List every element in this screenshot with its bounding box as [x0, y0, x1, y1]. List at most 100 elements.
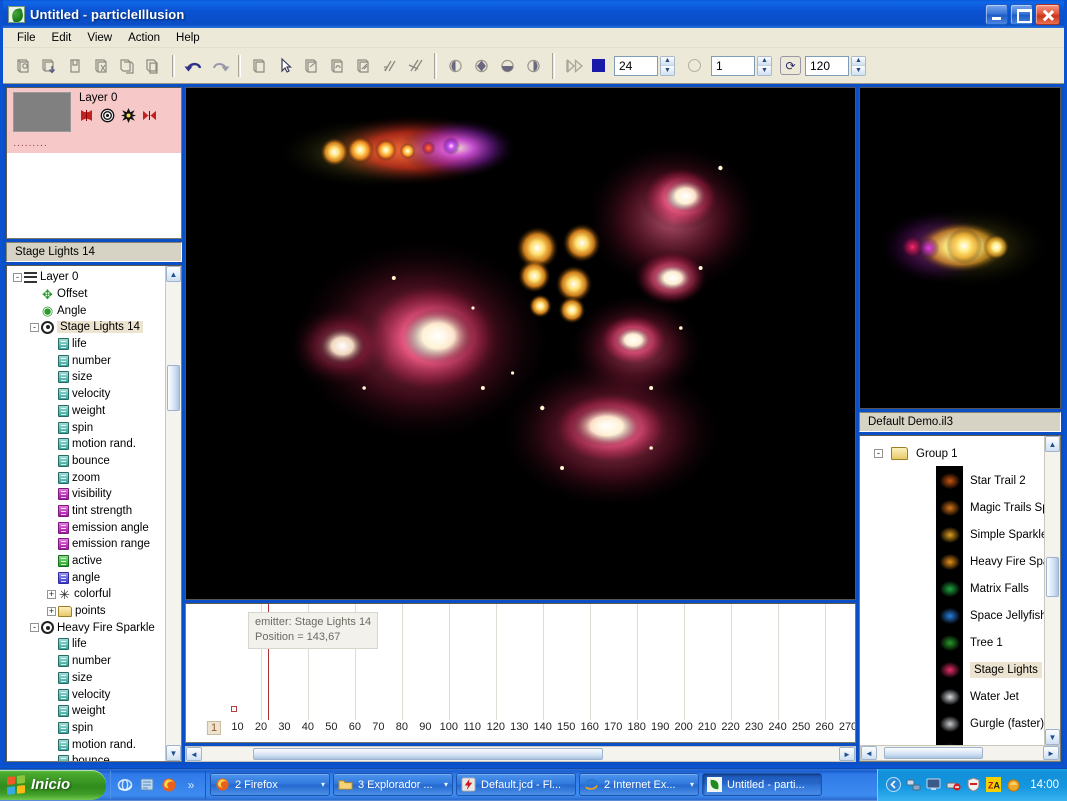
library-item[interactable]: Matrix Falls [860, 575, 1044, 602]
tree-node[interactable]: velocity [7, 686, 165, 703]
library-scroll-down-arrow[interactable]: ▼ [1045, 729, 1060, 745]
view-next-icon[interactable] [521, 54, 546, 78]
internet-explorer-icon[interactable] [117, 777, 133, 793]
close-button[interactable] [1035, 4, 1060, 25]
library-item[interactable]: Star Trail 2 [860, 467, 1044, 494]
menu-action[interactable]: Action [120, 30, 168, 46]
start-frame-stepper[interactable]: ▲ ▼ [757, 56, 772, 76]
library-item[interactable]: Simple Sparkles [860, 521, 1044, 548]
tree-node[interactable]: life [7, 636, 165, 653]
start-button[interactable]: Inicio [0, 770, 106, 800]
tree-expander[interactable]: - [30, 623, 39, 632]
new-emitter-icon[interactable] [11, 54, 36, 78]
end-down-arrow[interactable]: ▼ [852, 66, 865, 75]
loop-icon[interactable]: ⟳ [780, 56, 801, 75]
add-keyframe-icon[interactable] [377, 54, 402, 78]
tree-node[interactable]: -Heavy Fire Sparkle [7, 619, 165, 636]
tree-node[interactable]: emission angle [7, 519, 165, 536]
timeline-panel[interactable]: emitter: Stage Lights 14 Position = 143,… [185, 603, 856, 743]
taskbar-task-button[interactable]: 3 Explorador ...▾ [333, 773, 453, 796]
current-frame-field[interactable]: 24 [614, 56, 658, 76]
view-prev-icon[interactable] [443, 54, 468, 78]
chevron-down-icon[interactable]: ▾ [686, 780, 694, 789]
tree-scroll-thumb[interactable] [167, 365, 180, 411]
minimize-button[interactable] [985, 4, 1008, 25]
target-icon[interactable] [100, 108, 115, 123]
timeline-scroll-right-arrow[interactable]: ► [839, 747, 855, 761]
save-emitter-icon[interactable] [63, 54, 88, 78]
timeline-scroll-thumb[interactable] [253, 748, 603, 760]
shield-icon[interactable] [966, 777, 981, 792]
pointer-icon[interactable] [273, 54, 298, 78]
tree-node[interactable]: velocity [7, 386, 165, 403]
tree-node[interactable]: motion rand. [7, 436, 165, 453]
menu-help[interactable]: Help [168, 30, 208, 46]
tree-node[interactable]: active [7, 553, 165, 570]
library-hscroll-thumb[interactable] [884, 747, 984, 759]
show-desktop-icon[interactable] [139, 777, 155, 793]
tree-node[interactable]: spin [7, 720, 165, 737]
library-scroll-left-arrow[interactable]: ◄ [861, 746, 877, 760]
cut-icon[interactable] [89, 54, 114, 78]
tree-node[interactable]: zoom [7, 469, 165, 486]
menu-edit[interactable]: Edit [44, 30, 80, 46]
record-icon[interactable] [688, 59, 701, 72]
taskbar-task-button[interactable]: 2 Internet Ex...▾ [579, 773, 699, 796]
library-item[interactable]: Water over subn [860, 737, 1044, 745]
tree-node[interactable]: tint strength [7, 503, 165, 520]
library-item[interactable]: Water Jet [860, 683, 1044, 710]
library-scroll-up-arrow[interactable]: ▲ [1045, 436, 1060, 452]
chevron-down-icon[interactable]: ▾ [440, 780, 448, 789]
tree-expander[interactable]: + [47, 607, 56, 616]
network-icon[interactable] [906, 777, 921, 792]
rewind-icon[interactable] [561, 54, 589, 78]
firefox-icon[interactable] [161, 777, 177, 793]
no-butterfly-icon[interactable] [142, 108, 157, 123]
current-frame-stepper[interactable]: ▲ ▼ [660, 56, 675, 76]
more-icon[interactable]: » [183, 777, 199, 793]
start-frame-field[interactable]: 1 [711, 56, 755, 76]
library-hscroll-track[interactable] [877, 746, 1043, 760]
taskbar-task-button[interactable]: Default.jcd - Fl... [456, 773, 576, 796]
maximize-button[interactable] [1010, 4, 1033, 25]
tree-node[interactable]: emission range [7, 536, 165, 553]
tree-node[interactable]: +points [7, 603, 165, 620]
tree-expander[interactable]: - [30, 323, 39, 332]
library-item[interactable]: Gurgle (faster) [860, 710, 1044, 737]
emitter-preview-panel[interactable] [859, 87, 1061, 409]
tree-node[interactable]: ◉Angle [7, 302, 165, 319]
tree-node[interactable]: -Layer 0 [7, 269, 165, 286]
tree-node[interactable]: ✥Offset [7, 286, 165, 303]
library-horizontal-scrollbar[interactable]: ◄ ► [860, 745, 1060, 761]
menu-view[interactable]: View [79, 30, 120, 46]
tree-expander[interactable]: - [13, 273, 22, 282]
select-layer-icon[interactable] [247, 54, 272, 78]
scale-icon[interactable] [351, 54, 376, 78]
menu-file[interactable]: File [9, 30, 44, 46]
burst-icon[interactable] [121, 108, 136, 123]
tree-node[interactable]: life [7, 336, 165, 353]
chevron-down-icon[interactable]: ▾ [317, 780, 325, 789]
end-frame-field[interactable]: 120 [805, 56, 849, 76]
safely-remove-icon[interactable] [946, 777, 961, 792]
library-group-expander[interactable]: - [874, 449, 883, 458]
start-up-arrow[interactable]: ▲ [758, 57, 771, 67]
delete-keyframe-icon[interactable] [403, 54, 428, 78]
show-hidden-icon[interactable] [886, 777, 901, 792]
tree-node[interactable]: bounce [7, 453, 165, 470]
tree-node[interactable]: visibility [7, 486, 165, 503]
tree-node[interactable]: size [7, 369, 165, 386]
tree-scroll-down-arrow[interactable]: ▼ [166, 745, 181, 761]
layer-row[interactable]: Layer 0 [7, 88, 181, 153]
tree-node[interactable]: spin [7, 419, 165, 436]
library-item[interactable]: Space Jellyfish 2 [860, 602, 1044, 629]
timeline-horizontal-scrollbar[interactable]: ◄ ► [185, 746, 856, 762]
open-emitter-icon[interactable] [37, 54, 62, 78]
tree-node[interactable]: number [7, 653, 165, 670]
library-item[interactable]: Tree 1 [860, 629, 1044, 656]
tree-node[interactable]: angle [7, 569, 165, 586]
monitor-icon[interactable] [926, 777, 941, 792]
tree-node[interactable]: +✳colorful [7, 586, 165, 603]
view-down-icon[interactable] [495, 54, 520, 78]
library-scroll-right-arrow[interactable]: ► [1043, 746, 1059, 760]
